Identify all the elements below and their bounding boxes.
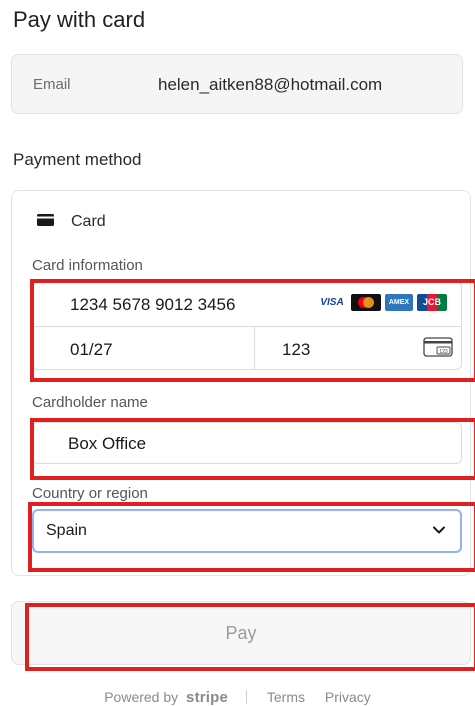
footer: Powered by stripe Terms Privacy <box>0 688 475 706</box>
chevron-down-icon <box>433 526 445 534</box>
card-tab-label[interactable]: Card <box>71 213 106 231</box>
terms-link[interactable]: Terms <box>267 689 305 705</box>
footer-divider <box>245 690 247 705</box>
visa-logo-icon: VISA <box>317 294 347 311</box>
amex-logo-icon: AMEX <box>385 294 413 311</box>
cardholder-name-value: Box Office <box>68 434 147 453</box>
jcb-logo-icon: JCB <box>417 294 447 311</box>
cardholder-name-label: Cardholder name <box>32 394 148 411</box>
mastercard-logo-icon <box>351 294 381 311</box>
card-information-box: 1234 5678 9012 3456 VISA AMEX JCB 01/27 … <box>32 281 462 370</box>
powered-by-text: Powered by <box>104 689 179 706</box>
country-label: Country or region <box>32 485 148 502</box>
svg-text:123: 123 <box>439 349 448 355</box>
email-box: Email helen_aitken88@hotmail.com <box>11 54 463 114</box>
expiry-field[interactable]: 01/27 <box>33 326 255 369</box>
card-brand-logos: VISA AMEX JCB <box>317 294 447 311</box>
page-title: Pay with card <box>13 7 146 32</box>
country-select[interactable]: Spain <box>32 509 462 553</box>
expiry-value: 01/27 <box>70 340 113 359</box>
cvc-card-icon: 123 <box>423 337 453 357</box>
cvc-field[interactable]: 123 123 <box>255 326 461 369</box>
privacy-link[interactable]: Privacy <box>325 689 371 705</box>
email-label: Email <box>33 76 71 93</box>
payment-method-card: Card Card information 1234 5678 9012 345… <box>11 190 471 576</box>
cvc-value: 123 <box>282 340 311 359</box>
cardholder-name-field[interactable]: Box Office <box>32 422 462 464</box>
payment-method-title: Payment method <box>13 150 142 169</box>
card-information-label: Card information <box>32 257 143 274</box>
email-value: helen_aitken88@hotmail.com <box>158 75 383 94</box>
country-value: Spain <box>46 522 87 539</box>
card-number-value: 1234 5678 9012 3456 <box>70 295 236 314</box>
card-number-field[interactable]: 1234 5678 9012 3456 VISA AMEX JCB <box>33 282 461 327</box>
card-icon <box>37 214 54 226</box>
stripe-logo[interactable]: stripe <box>186 689 228 706</box>
pay-button[interactable]: Pay <box>11 601 471 665</box>
